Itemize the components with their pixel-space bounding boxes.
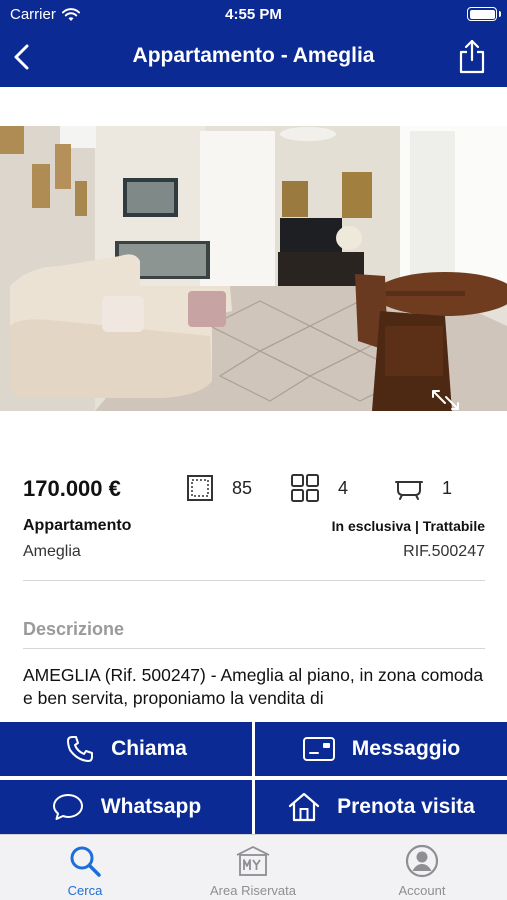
my-area-icon <box>236 846 270 876</box>
whatsapp-label: Whatsapp <box>100 795 202 818</box>
house-icon <box>289 792 320 822</box>
contact-actions: Chiama Messaggio Whatsapp Prenota visita <box>0 722 507 834</box>
surface-area-icon <box>187 475 213 501</box>
reference-code: RIF.500247 <box>403 543 485 560</box>
clock: 4:55 PM <box>225 6 282 23</box>
rooms-value: 4 <box>338 477 349 498</box>
tab-label-cerca: Cerca <box>67 883 103 898</box>
phone-icon <box>67 736 94 762</box>
share-button[interactable] <box>457 38 487 76</box>
bathrooms-value: 1 <box>442 477 453 498</box>
call-button[interactable]: Chiama <box>0 722 252 776</box>
description-heading: Descrizione <box>23 619 125 639</box>
tab-cerca[interactable]: Cerca <box>25 843 145 898</box>
description-text: AMEGLIA (Rif. 500247) - Ameglia al piano… <box>23 665 484 708</box>
bathtub-icon <box>395 481 423 500</box>
book-visit-label: Prenota visita <box>337 795 475 818</box>
page-title: Appartamento - Ameglia <box>132 44 375 67</box>
message-label: Messaggio <box>351 737 461 760</box>
property-city: Ameglia <box>23 543 81 560</box>
chat-bubble-icon <box>52 794 83 820</box>
tab-area-riservata[interactable]: Area Riservata <box>193 843 313 898</box>
tab-bar: Cerca Area Riservata Account <box>0 834 507 900</box>
book-visit-button[interactable]: Prenota visita <box>255 780 507 834</box>
battery-icon <box>467 7 501 21</box>
status-bar: Carrier 4:55 PM <box>0 0 507 30</box>
rooms-feature: 4 <box>290 472 348 504</box>
top-bar: Carrier 4:55 PM Appartamento - Ameglia <box>0 0 507 87</box>
price: 170.000 € <box>23 476 121 501</box>
call-label: Chiama <box>111 737 187 760</box>
share-icon <box>459 39 485 74</box>
divider <box>23 648 485 649</box>
tab-label-account: Account <box>398 883 446 898</box>
living-room-image <box>0 126 507 411</box>
user-icon <box>405 844 439 878</box>
property-photo[interactable] <box>0 126 507 411</box>
search-icon <box>70 846 101 877</box>
tab-label-area-riservata: Area Riservata <box>210 883 296 898</box>
rooms-icon <box>291 474 319 502</box>
surface-feature: 85 <box>186 472 252 504</box>
tab-account[interactable]: Account <box>362 843 482 898</box>
back-button[interactable] <box>8 40 38 74</box>
message-card-icon <box>302 737 335 761</box>
whatsapp-button[interactable]: Whatsapp <box>0 780 252 834</box>
divider <box>23 580 485 581</box>
listing-conditions: In esclusiva | Trattabile <box>331 518 485 534</box>
property-type: Appartamento <box>23 517 132 534</box>
message-button[interactable]: Messaggio <box>255 722 507 776</box>
chevron-left-icon <box>14 44 29 70</box>
surface-value: 85 <box>232 477 253 498</box>
bathrooms-feature: 1 <box>394 472 452 504</box>
